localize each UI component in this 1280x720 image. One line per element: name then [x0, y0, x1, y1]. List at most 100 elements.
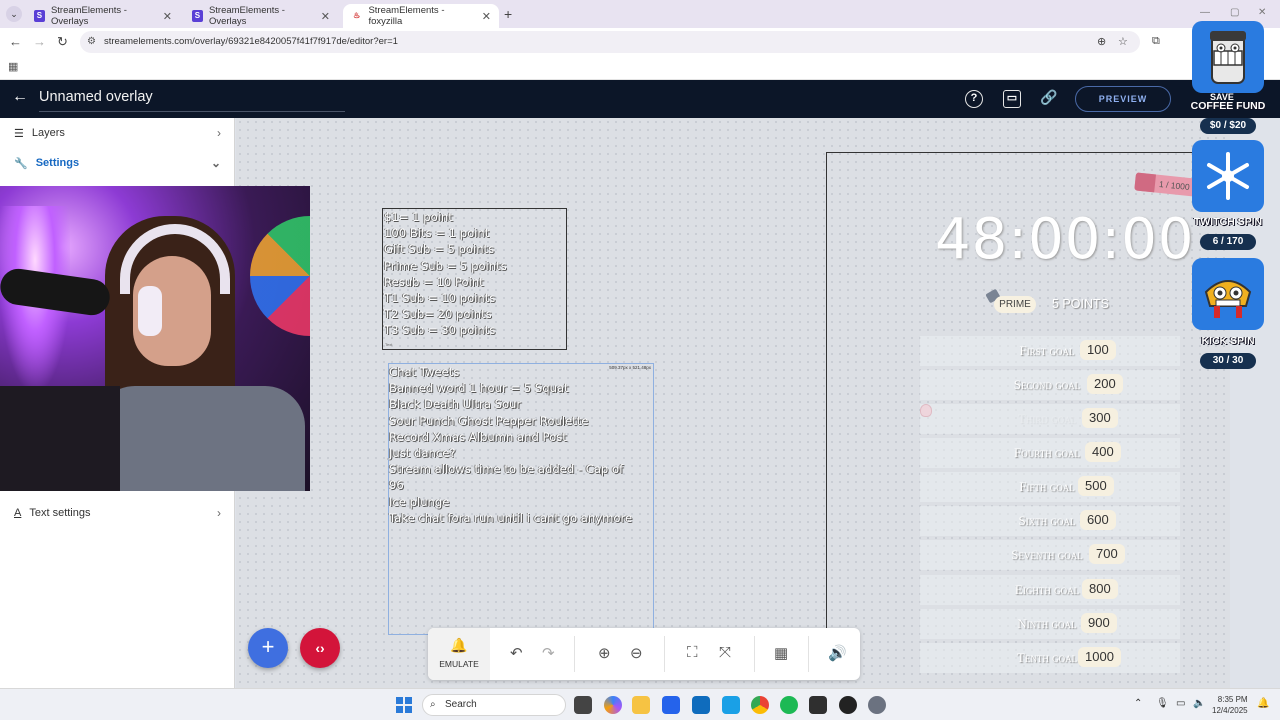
new-tab-button[interactable]: +	[504, 6, 512, 22]
points-line: Gift Sub = 5 points	[384, 242, 495, 257]
tweets-line: Ice plunge	[389, 494, 450, 509]
points-line: Resub = 10 Point	[384, 274, 484, 289]
spotify-icon[interactable]	[780, 696, 798, 714]
system-clock[interactable]: 8:35 PM 12/4/2025	[1212, 694, 1248, 716]
tweets-line: Record Xmas Albumn and Post	[389, 429, 567, 444]
link-icon[interactable]: 🔗	[1040, 90, 1058, 108]
sidebar-item-label: Layers	[31, 127, 65, 139]
code-editor-button[interactable]: ‹›	[300, 628, 340, 668]
settings-gear-icon[interactable]	[868, 696, 886, 714]
notification-bell-icon[interactable]: 🔔	[1257, 698, 1269, 709]
url-field[interactable]: ⚙ streamelements.com/overlay/69321e84200…	[80, 31, 1140, 53]
volume-tray-icon[interactable]: 🔈	[1193, 698, 1205, 709]
goal-value: 300	[1082, 408, 1118, 428]
close-window-icon[interactable]: ✕	[1258, 7, 1266, 18]
undo-icon[interactable]: ↶	[510, 644, 523, 662]
sidebar-item-text-settings[interactable]: A Text settings ›	[0, 498, 235, 528]
folder-icon[interactable]	[632, 696, 650, 714]
close-icon[interactable]: ✕	[321, 10, 330, 23]
forward-icon[interactable]: →	[33, 34, 46, 49]
clock-date: 12/4/2025	[1212, 706, 1248, 715]
snowflake-icon	[1192, 140, 1264, 212]
microphone-icon[interactable]: 🎙	[1156, 698, 1169, 709]
site-info-icon[interactable]: ⚙	[87, 31, 96, 53]
maximize-icon[interactable]: ▢	[1230, 7, 1239, 18]
file-explorer-icon[interactable]	[574, 696, 592, 714]
close-icon[interactable]: ✕	[482, 10, 491, 23]
emulate-button[interactable]: 🔔 EMULATE	[428, 628, 490, 680]
fullscreen-icon[interactable]: ⛶	[687, 644, 698, 661]
coffee-fund-title: COFFEE FUND	[1190, 100, 1266, 112]
goal-row: Fifth goal 500	[920, 472, 1180, 502]
tray-chevron-icon[interactable]: ⌃	[1134, 698, 1142, 709]
close-icon[interactable]: ✕	[163, 10, 172, 23]
goal-value: 200	[1087, 374, 1123, 394]
minimize-icon[interactable]: —	[1200, 7, 1210, 18]
tweets-line: Sour Punch Ghost Pepper Roulette	[389, 413, 589, 428]
stream-widgets: COFFEE FUND $0 / $20 TWITCH SPIN 6 / 170…	[1180, 18, 1280, 378]
back-icon[interactable]: ←	[9, 34, 22, 49]
bookmark-star-icon[interactable]: ☆	[1118, 35, 1128, 48]
sidebar-item-label: Text settings	[29, 507, 91, 519]
windows-start-icon[interactable]	[396, 697, 412, 713]
sidebar-item-layers[interactable]: ☰ Layers ›	[0, 118, 235, 148]
browser-tab-active[interactable]: ♨ StreamElements - foxyzilla ✕	[343, 4, 499, 28]
app-icon[interactable]	[722, 696, 740, 714]
prize-wheel	[250, 216, 310, 336]
outlook-icon[interactable]	[692, 696, 710, 714]
redo-icon[interactable]: ↷	[542, 644, 555, 662]
tab-title: StreamElements - foxyzilla	[368, 5, 445, 27]
taskbar-search[interactable]: ⌕ Search	[422, 694, 566, 716]
points-text-widget[interactable]: $1= 1 point 100 Bits = 1 point Gift Sub …	[382, 208, 567, 350]
xbox-icon[interactable]	[809, 696, 827, 714]
kick-spin-title: KICK SPIN	[1201, 335, 1255, 347]
preview-button[interactable]: PREVIEW	[1075, 86, 1171, 112]
chevron-right-icon: ›	[217, 126, 221, 140]
tab-search-icon[interactable]: ⌄	[6, 6, 22, 22]
goal-row: Seventh goal 700	[920, 540, 1180, 570]
store-icon[interactable]	[662, 696, 680, 714]
sidebar-item-label: Settings	[35, 157, 80, 169]
countdown-timer[interactable]: 48:00:00	[935, 207, 1195, 272]
monitor-icon[interactable]: ▭	[1003, 90, 1021, 108]
copilot-icon[interactable]	[604, 696, 622, 714]
goal-row: Sixth goal 600	[920, 506, 1180, 536]
twitch-spin-title: TWITCH SPIN	[1193, 216, 1263, 228]
volume-icon[interactable]: 🔊	[828, 644, 847, 662]
browser-tab[interactable]: S StreamElements - Overlays ✕	[26, 4, 180, 28]
sidebar-item-settings[interactable]: 🔧 Settings ⌄	[0, 148, 235, 178]
zoom-out-icon[interactable]: ⊖	[630, 644, 643, 662]
goal-row: Fourth goal 400	[920, 438, 1180, 468]
tweets-line: Take chat fora run until i cant go anymo…	[389, 510, 633, 525]
overlay-title[interactable]: Unnamed overlay	[39, 89, 345, 112]
coffee-fund-value: $0 / $20	[1200, 118, 1256, 134]
zoom-icon[interactable]: ⊕	[1097, 35, 1106, 48]
grid-icon[interactable]: ▦	[774, 644, 788, 662]
goal-row: Eighth goal 800	[920, 575, 1180, 605]
chrome-icon[interactable]	[751, 696, 769, 714]
extensions-icon[interactable]: ⧉	[1152, 35, 1160, 48]
add-widget-button[interactable]: +	[248, 628, 288, 668]
obs-icon[interactable]	[839, 696, 857, 714]
zoom-in-icon[interactable]: ⊕	[598, 644, 611, 662]
network-icon[interactable]: ▭	[1176, 698, 1185, 709]
tweets-text: Chat Tweets Banned word 1 hour = 5 Squat…	[389, 364, 653, 526]
goal-value: 100	[1080, 340, 1116, 360]
reload-icon[interactable]: ↻	[57, 34, 68, 50]
help-icon[interactable]: ?	[965, 90, 983, 108]
tweets-line: Stream allows time to be added - Cap of	[389, 462, 624, 477]
points-line: T1 Sub = 10 points	[384, 291, 496, 306]
chat-tweets-widget[interactable]: 509.37px x 521.48px Chat Tweets Banned w…	[388, 363, 654, 635]
fit-screen-icon[interactable]: ⤧	[719, 644, 731, 661]
tweets-line: Banned word 1 hour = 5 Squat	[389, 381, 569, 396]
tab-title: StreamElements - Overlays	[50, 5, 127, 27]
goal-row: Second goal 200	[920, 370, 1180, 400]
fire-icon: ♨	[353, 11, 361, 20]
text-format-icon: A	[14, 507, 22, 519]
browser-tab[interactable]: S StreamElements - Overlays ✕	[184, 4, 338, 28]
apps-grid-icon[interactable]: ▦	[8, 60, 18, 73]
windows-taskbar: ⌕ Search ⌃ 🎙 ▭ 🔈 8:35 PM 12/4/2025 🔔	[0, 688, 1280, 720]
toolbar-divider	[808, 636, 809, 672]
headphone-cup	[138, 286, 162, 336]
back-arrow-icon[interactable]: ←	[12, 88, 28, 106]
